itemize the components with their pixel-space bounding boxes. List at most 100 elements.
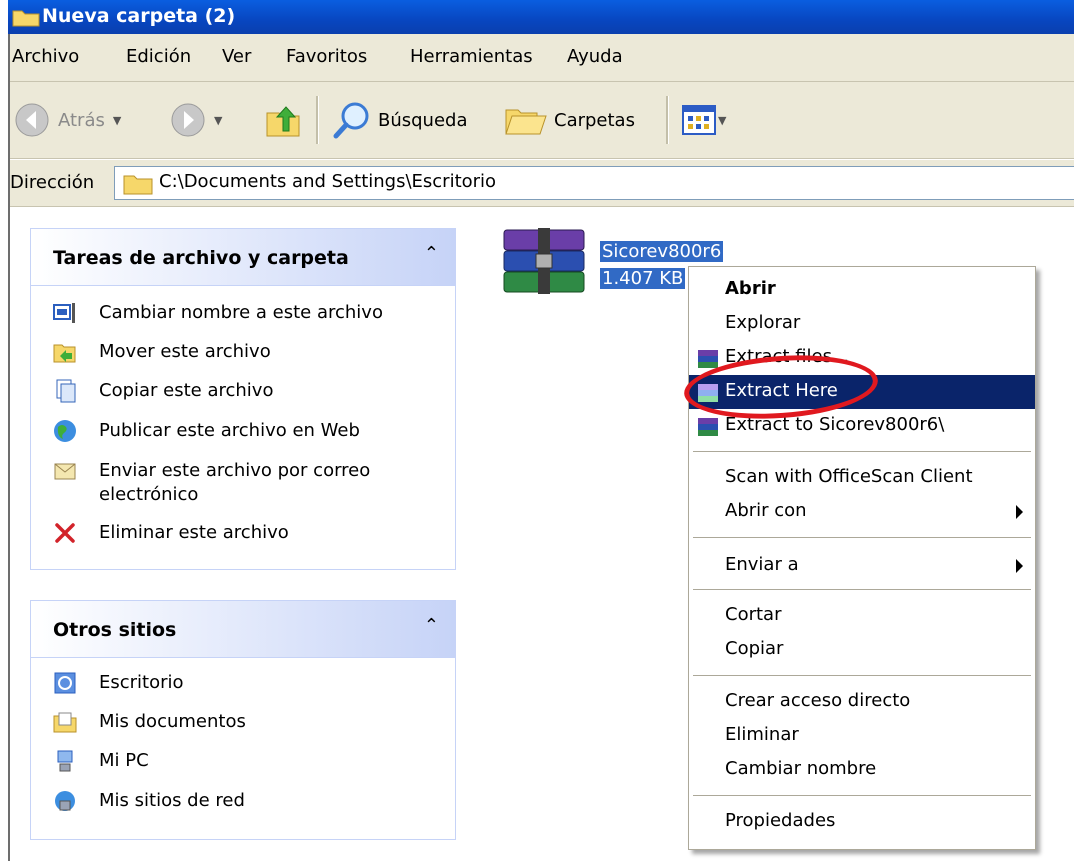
forward-arrow-icon [171, 103, 205, 137]
task-label: Mover este archivo [99, 341, 271, 362]
menu-separator [693, 795, 1031, 797]
window-title: Nueva carpeta (2) [42, 5, 236, 27]
task-publish-web[interactable]: Publicar este archivo en Web [53, 419, 360, 443]
task-label-line1: Enviar este archivo por correo [99, 460, 371, 481]
place-label: Escritorio [99, 672, 184, 693]
folders-icon [505, 109, 547, 135]
menu-ver[interactable]: Ver [222, 46, 251, 67]
search-label: Búsqueda [378, 109, 468, 131]
other-places-header[interactable]: Otros sitios ⌃ [31, 601, 455, 658]
menu-item-open[interactable]: Abrir [689, 273, 1035, 307]
menu-item-copy[interactable]: Copiar [689, 633, 1035, 667]
back-arrow-icon [15, 103, 49, 137]
menu-archivo[interactable]: Archivo [12, 46, 79, 67]
submenu-arrow-icon [1016, 505, 1023, 519]
computer-icon [57, 750, 73, 772]
file-name[interactable]: Sicorev800r6 [600, 241, 724, 262]
menu-favoritos[interactable]: Favoritos [286, 46, 367, 67]
menu-item-label: Cambiar nombre [725, 758, 877, 779]
place-network[interactable]: Mis sitios de red [53, 789, 245, 813]
menu-item-scan[interactable]: Scan with OfficeScan Client [689, 461, 1035, 495]
address-bar: Dirección C:\Documents and Settings\Escr… [10, 160, 1074, 207]
address-path: C:\Documents and Settings\Escritorio [159, 171, 497, 192]
winrar-archive-icon [503, 228, 585, 294]
menu-separator [693, 589, 1031, 591]
task-label: Eliminar este archivo [99, 522, 289, 543]
place-my-documents[interactable]: Mis documentos [53, 710, 246, 734]
menu-item-cut[interactable]: Cortar [689, 599, 1035, 633]
views-icon [682, 105, 716, 135]
task-email[interactable]: Enviar este archivo por correo electróni… [53, 459, 370, 507]
forward-dropdown-icon[interactable]: ▼ [214, 114, 222, 127]
winrar-icon [698, 418, 718, 436]
task-label: Cambiar nombre a este archivo [99, 302, 383, 323]
menu-item-explore[interactable]: Explorar [689, 307, 1035, 341]
folders-button[interactable]: Carpetas [504, 101, 635, 139]
file-tasks-title: Tareas de archivo y carpeta [53, 247, 349, 269]
title-bar: Nueva carpeta (2) [8, 0, 1074, 34]
collapse-icon[interactable]: ⌃ [424, 243, 439, 264]
task-move[interactable]: Mover este archivo [53, 340, 271, 364]
context-menu: Abrir Explorar Extract files... Extract … [688, 266, 1036, 850]
back-label: Atrás [58, 109, 105, 131]
place-desktop[interactable]: Escritorio [53, 671, 184, 695]
up-folder-button[interactable] [264, 101, 302, 139]
file-tasks-panel: Tareas de archivo y carpeta ⌃ Cambiar no… [30, 228, 456, 570]
menu-separator [693, 451, 1031, 453]
toolbar-separator [666, 96, 669, 144]
task-label: Enviar este archivo por correo electróni… [99, 459, 370, 507]
collapse-icon[interactable]: ⌃ [424, 615, 439, 636]
menu-item-label: Enviar a [725, 554, 799, 575]
file-tasks-header[interactable]: Tareas de archivo y carpeta ⌃ [31, 229, 455, 286]
network-icon [55, 791, 75, 811]
place-my-computer[interactable]: Mi PC [53, 749, 149, 773]
task-delete[interactable]: Eliminar este archivo [53, 521, 289, 545]
folder-icon [12, 10, 40, 27]
menu-item-label: Explorar [725, 312, 801, 333]
desktop-icon [54, 672, 76, 694]
address-input[interactable]: C:\Documents and Settings\Escritorio [114, 166, 1074, 200]
forward-button[interactable]: ▼ [170, 101, 222, 139]
move-file-icon [53, 344, 76, 363]
menu-separator [693, 537, 1031, 539]
place-label: Mi PC [99, 750, 149, 771]
menu-herramientas[interactable]: Herramientas [410, 46, 533, 67]
task-rename[interactable]: Cambiar nombre a este archivo [53, 301, 383, 325]
folders-label: Carpetas [554, 109, 635, 131]
menu-item-label: Copiar [725, 638, 784, 659]
explorer-window: Nueva carpeta (2) Archivo Edición Ver Fa… [0, 0, 1074, 861]
back-dropdown-icon[interactable]: ▼ [113, 114, 121, 127]
copy-file-icon [56, 379, 76, 403]
task-copy[interactable]: Copiar este archivo [53, 379, 273, 403]
up-folder-icon [266, 106, 300, 137]
menu-item-properties[interactable]: Propiedades [689, 805, 1035, 839]
menu-separator [693, 675, 1031, 677]
other-places-panel: Otros sitios ⌃ Escritorio Mis documentos… [30, 600, 456, 840]
other-places-title: Otros sitios [53, 619, 177, 641]
menu-item-open-with[interactable]: Abrir con [689, 495, 1035, 529]
toolbar-separator [316, 96, 319, 144]
menu-item-delete[interactable]: Eliminar [689, 719, 1035, 753]
menu-item-create-shortcut[interactable]: Crear acceso directo [689, 685, 1035, 719]
back-button[interactable]: Atrás ▼ [14, 101, 121, 139]
task-label: Copiar este archivo [99, 380, 274, 401]
views-dropdown-icon[interactable]: ▼ [718, 114, 726, 127]
task-label: Publicar este archivo en Web [99, 420, 360, 441]
menu-item-label: Abrir [725, 278, 776, 299]
globe-icon [54, 420, 76, 442]
rar-file-icon[interactable] [500, 226, 588, 301]
menu-item-rename[interactable]: Cambiar nombre [689, 753, 1035, 787]
task-label-line2: electrónico [99, 484, 199, 505]
email-icon [54, 463, 76, 480]
search-button[interactable]: Búsqueda [332, 101, 468, 139]
menu-ayuda[interactable]: Ayuda [567, 46, 623, 67]
folder-icon [123, 175, 153, 195]
toolbar: Atrás ▼ ▼ Búsqueda Carpetas ▼ [10, 82, 1074, 159]
menu-item-label: Scan with OfficeScan Client [725, 466, 973, 487]
views-button[interactable]: ▼ [682, 101, 726, 139]
menu-item-send-to[interactable]: Enviar a [689, 549, 1035, 583]
place-label: Mis sitios de red [99, 790, 245, 811]
winrar-icon [698, 350, 718, 368]
menu-edicion[interactable]: Edición [126, 46, 191, 67]
address-label: Dirección [10, 172, 95, 193]
